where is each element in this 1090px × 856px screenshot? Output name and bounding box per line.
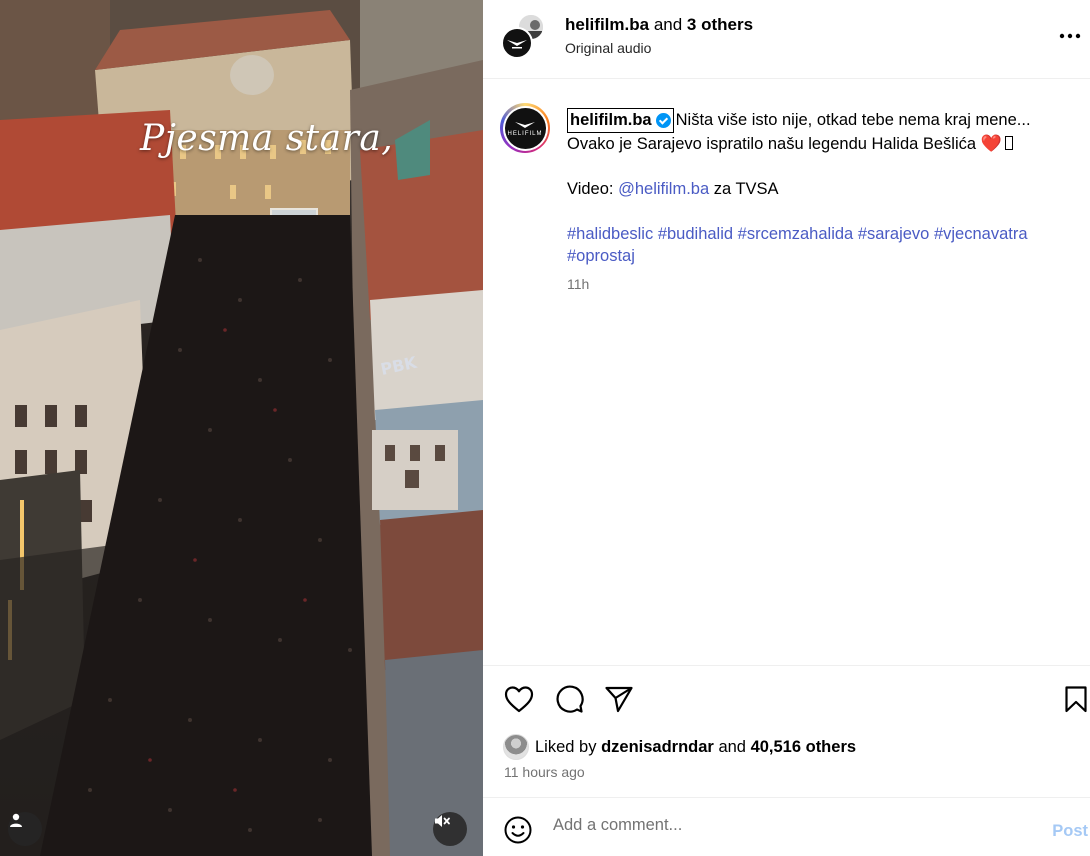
- like-button[interactable]: [503, 683, 535, 715]
- post-comment-button[interactable]: Post: [1052, 822, 1088, 841]
- caption-timestamp[interactable]: 11h: [567, 276, 589, 292]
- caption-avatar[interactable]: HELIFILM: [500, 103, 550, 153]
- liked-by-label: Liked by: [535, 737, 597, 756]
- helifilm-logo-icon: [507, 40, 527, 49]
- others-link[interactable]: 3 others: [687, 15, 753, 34]
- share-button[interactable]: [603, 683, 635, 715]
- post-details-panel: helifilm.ba and 3 others Original audio …: [483, 0, 1090, 856]
- comment-button[interactable]: [553, 683, 585, 715]
- hashtag-link[interactable]: #oprostaj: [567, 247, 635, 265]
- paper-plane-icon: [605, 686, 633, 713]
- more-options-button[interactable]: [1058, 24, 1082, 48]
- save-button[interactable]: [1060, 683, 1090, 715]
- hashtag-link[interactable]: #sarajevo: [858, 225, 930, 243]
- author-username[interactable]: helifilm.ba: [565, 15, 649, 34]
- video-suffix: za TVSA: [713, 179, 779, 198]
- bookmark-icon: [1065, 686, 1087, 713]
- post-time-ago[interactable]: 11 hours ago: [504, 764, 585, 780]
- authors-and: and: [653, 15, 683, 34]
- post-caption: helifilm.ba Ništa više isto nije, otkad …: [567, 108, 1067, 268]
- caption-username-text: helifilm.ba: [570, 111, 652, 129]
- smiley-face-icon: [504, 816, 532, 844]
- missing-glyph-icon: [1004, 135, 1013, 150]
- likes-and: and: [718, 737, 746, 756]
- hashtag-link[interactable]: #budihalid: [658, 225, 733, 243]
- audio-link[interactable]: Original audio: [565, 40, 651, 56]
- post-authors: helifilm.ba and 3 others: [565, 15, 753, 35]
- comment-input[interactable]: [553, 816, 1013, 835]
- video-label: Video:: [567, 179, 614, 198]
- caption-line-2: Ovako je Sarajevo ispratilo našu legendu…: [567, 134, 977, 153]
- emoji-picker-button[interactable]: [503, 815, 533, 845]
- likes-count[interactable]: 40,516 others: [751, 738, 856, 757]
- comment-bubble-icon: [556, 685, 584, 713]
- person-icon: [10, 813, 22, 827]
- comment-bar: Post: [483, 797, 1090, 856]
- hashtag-link[interactable]: #halidbeslic: [567, 225, 653, 243]
- heart-icon: [504, 686, 534, 713]
- video-mention-link[interactable]: @helifilm.ba: [618, 180, 709, 198]
- mute-button[interactable]: [433, 812, 467, 846]
- post-media[interactable]: PBK Pjesma stara,: [0, 0, 483, 856]
- red-heart-emoji: ❤️: [980, 133, 1002, 153]
- actions-divider: [483, 665, 1090, 666]
- verified-badge-icon: [655, 112, 671, 128]
- user-tag-button[interactable]: [8, 812, 42, 846]
- author-avatars[interactable]: [501, 13, 545, 59]
- liker-avatar[interactable]: [503, 734, 529, 760]
- post-header: helifilm.ba and 3 others Original audio: [483, 0, 1090, 79]
- caption-line-1: Ništa više isto nije, otkad tebe nema kr…: [675, 111, 1031, 129]
- hashtag-link[interactable]: #vjecnavatra: [934, 225, 1028, 243]
- video-overlay-text: Pjesma stara,: [140, 118, 394, 159]
- likes-summary: Liked by dzenisadrndar and 40,516 others: [503, 734, 856, 760]
- avatar-logo-text: HELIFILM: [507, 131, 543, 137]
- speaker-muted-icon: [435, 815, 450, 827]
- hashtag-link[interactable]: #srcemzahalida: [738, 225, 854, 243]
- helifilm-avatar[interactable]: [501, 27, 533, 59]
- liker-username[interactable]: dzenisadrndar: [601, 738, 714, 757]
- helifilm-logo-icon: [515, 122, 535, 128]
- more-dots-icon: [1059, 33, 1081, 39]
- caption-username[interactable]: helifilm.ba: [567, 108, 674, 133]
